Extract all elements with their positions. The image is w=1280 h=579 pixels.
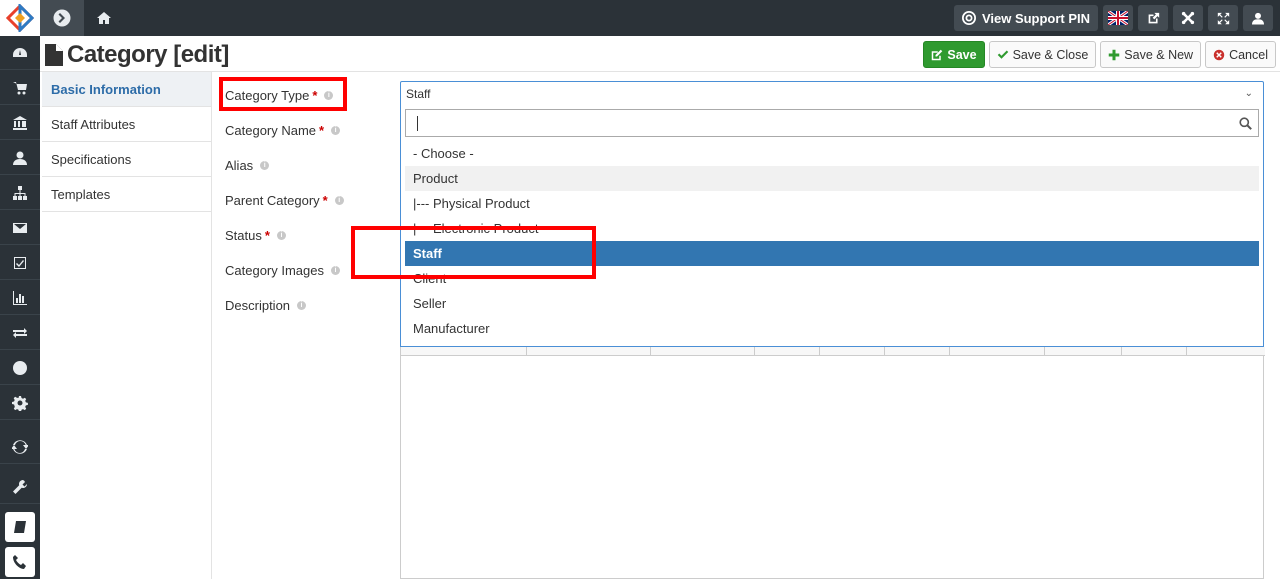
phone-icon[interactable]: [5, 547, 35, 577]
category-images-text: Category Images: [225, 263, 324, 278]
plus-icon: [1109, 49, 1120, 60]
section-nav: Basic Information Staff Attributes Speci…: [42, 72, 212, 579]
life-ring-icon: [961, 11, 976, 25]
cancel-button[interactable]: Cancel: [1205, 41, 1276, 68]
dashboard-icon[interactable]: [0, 36, 40, 70]
editor-toolbar: [401, 347, 1265, 356]
file-icon: [45, 44, 63, 66]
bar-chart-icon[interactable]: [0, 281, 40, 315]
description-label: Description i: [225, 298, 307, 313]
alias-text: Alias: [225, 158, 254, 173]
check-square-icon[interactable]: [0, 246, 40, 280]
fullscreen-button[interactable]: [1208, 5, 1238, 31]
search-icon: [1239, 117, 1252, 130]
required-marker: *: [264, 228, 270, 243]
parent-category-text: Parent Category: [225, 193, 320, 208]
external-link-icon: [1148, 12, 1159, 23]
tab-staff-attributes[interactable]: Staff Attributes: [42, 107, 211, 142]
wrench-icon[interactable]: [0, 470, 40, 504]
logo-icon: [6, 4, 34, 32]
save-close-button[interactable]: Save & Close: [988, 41, 1097, 68]
text-caret: [417, 116, 418, 131]
sitemap-icon[interactable]: [0, 176, 40, 210]
top-bar: View Support PIN: [40, 0, 1280, 36]
header-divider: [40, 71, 1280, 72]
category-name-label: Category Name * i: [225, 123, 341, 138]
joomla-icon: [1181, 11, 1195, 25]
user-icon: [1252, 12, 1264, 24]
option-physical-product[interactable]: |--- Physical Product: [405, 191, 1259, 216]
external-link-button[interactable]: [1138, 5, 1168, 31]
edit-icon: [932, 49, 943, 60]
arrow-circle-right-icon: [53, 9, 71, 27]
icon-rail: [0, 0, 40, 579]
info-icon: i: [331, 266, 340, 275]
toggle-menu-button[interactable]: [40, 0, 84, 36]
home-icon[interactable]: [96, 10, 112, 26]
dropdown-search-input[interactable]: [405, 109, 1259, 137]
parent-category-label: Parent Category * i: [225, 193, 344, 208]
refresh-icon[interactable]: [0, 430, 40, 464]
category-name-text: Category Name: [225, 123, 317, 138]
status-text: Status: [225, 228, 262, 243]
tab-specifications[interactable]: Specifications: [42, 142, 211, 177]
category-images-label: Category Images i: [225, 263, 340, 278]
bank-icon[interactable]: [0, 106, 40, 140]
info-icon: i: [276, 231, 286, 240]
toolbar-actions: Save Save & Close Save & New Cancel: [923, 41, 1276, 68]
required-marker: *: [319, 123, 325, 138]
book-icon[interactable]: [5, 512, 35, 542]
description-editor[interactable]: [400, 347, 1265, 579]
required-marker: *: [322, 193, 328, 208]
globe-icon[interactable]: [0, 351, 40, 385]
info-icon: i: [297, 301, 307, 310]
option-manufacturer[interactable]: Manufacturer: [405, 316, 1259, 341]
joomla-button[interactable]: [1173, 5, 1203, 31]
cancel-label: Cancel: [1229, 47, 1268, 62]
category-type-select[interactable]: Staff ⌄: [400, 81, 1264, 107]
option-seller[interactable]: Seller: [405, 291, 1259, 316]
tab-templates[interactable]: Templates: [42, 177, 211, 212]
expand-icon: [1217, 12, 1229, 24]
user-menu-button[interactable]: [1243, 5, 1273, 31]
annotation-box-staff-option: [351, 226, 596, 279]
option-choose[interactable]: - Choose -: [405, 141, 1259, 166]
exchange-icon[interactable]: [0, 316, 40, 350]
uk-flag-icon: [1108, 11, 1128, 25]
info-icon: i: [331, 126, 341, 135]
info-icon: i: [260, 161, 270, 170]
annotation-box-category-type: [219, 77, 347, 111]
description-text: Description: [225, 298, 291, 313]
user-icon[interactable]: [0, 141, 40, 175]
check-icon: [997, 50, 1008, 59]
chevron-down-icon: ⌄: [1244, 88, 1253, 99]
save-new-button[interactable]: Save & New: [1100, 41, 1202, 68]
save-button[interactable]: Save: [923, 41, 985, 68]
mail-icon[interactable]: [0, 211, 40, 245]
selected-value: Staff: [406, 87, 431, 101]
alias-label: Alias i: [225, 158, 270, 173]
save-close-label: Save & Close: [1012, 47, 1089, 62]
cart-icon[interactable]: [0, 71, 40, 105]
tab-basic-information[interactable]: Basic Information: [42, 72, 211, 107]
status-label: Status * i: [225, 228, 286, 243]
save-label: Save: [947, 47, 977, 62]
save-new-label: Save & New: [1124, 47, 1194, 62]
option-product[interactable]: Product: [405, 166, 1259, 191]
support-pin-label: View Support PIN: [981, 10, 1091, 26]
view-support-pin-button[interactable]: View Support PIN: [954, 5, 1098, 31]
page-title: Category [edit]: [44, 40, 229, 70]
app-logo[interactable]: [0, 0, 40, 36]
page-title-text: Category [edit]: [67, 41, 229, 68]
gear-icon[interactable]: [0, 386, 40, 420]
language-button[interactable]: [1103, 5, 1133, 31]
info-icon: i: [334, 196, 344, 205]
cancel-circle-icon: [1213, 49, 1225, 60]
